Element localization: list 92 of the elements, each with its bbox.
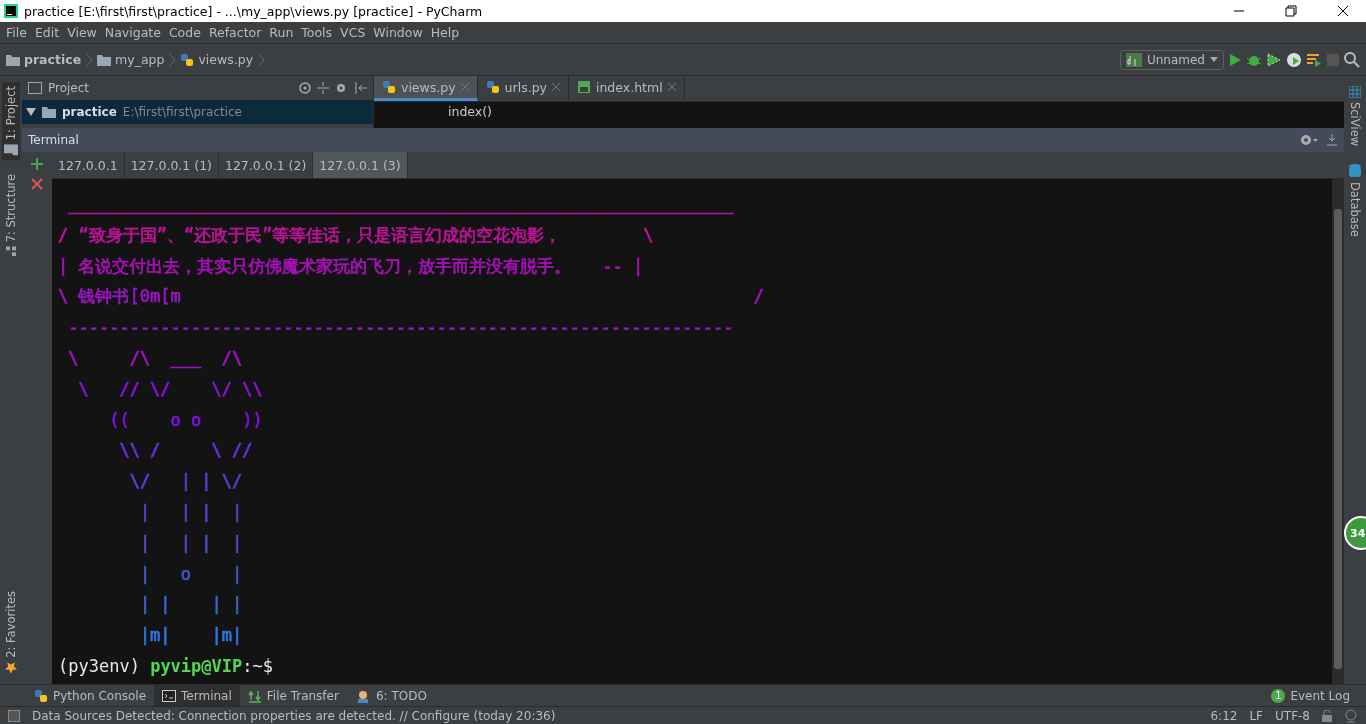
profile-icon[interactable] — [1286, 51, 1302, 68]
breadcrumb[interactable]: views.py — [198, 52, 254, 67]
package-icon — [97, 53, 112, 66]
status-message: Data Sources Detected: Connection properties are detected. // Configure (today 20:36) — [32, 708, 557, 723]
expand-arrow-icon — [26, 108, 36, 116]
terminal-line: | | | | — [138, 500, 243, 524]
chevron-icon — [168, 51, 177, 68]
notification-badge[interactable]: 34 — [1344, 516, 1366, 550]
chevron-icon — [257, 51, 266, 68]
window-title: practice [E:\first\first\practice] - ...\my_app\views.py [practice] - PyCharm — [24, 3, 484, 19]
database-icon — [1349, 164, 1361, 179]
terminal-line: \ 钱钟书[0m[m / — [58, 285, 765, 309]
terminal-line: |m| |m| — [138, 624, 243, 648]
folder-icon — [42, 106, 56, 118]
file-encoding[interactable]: UTF-8 — [1275, 708, 1310, 723]
tool-window-tab[interactable]: 2: Favorites — [2, 587, 20, 678]
breadcrumb[interactable]: my_app — [115, 52, 165, 67]
python-file-icon — [34, 688, 48, 703]
menu-item[interactable]: Refactor — [204, 25, 266, 40]
terminal-line: | o | — [138, 562, 243, 586]
lock-icon[interactable] — [1322, 709, 1332, 722]
tool-window-button[interactable]: 6: TODO — [346, 684, 435, 707]
terminal-line: / “致身于国”、“还政于民”等等佳话，只是语言幻成的空花泡影， \ — [58, 223, 654, 247]
terminal-line: | | | | — [138, 593, 243, 617]
tool-window-button[interactable]: Python Console — [26, 684, 155, 707]
shell-prompt: (py3env) pyvip@VIP:~$ — [58, 654, 274, 678]
editor-tab[interactable]: index.html — [568, 76, 685, 101]
terminal-line: \ // \/ \/ \\ — [77, 377, 263, 401]
menu-item[interactable]: VCS — [336, 25, 370, 40]
python-file-icon — [485, 80, 500, 94]
terminal-line: | 名说交付出去，其实只仿佛魔术家玩的飞刀，放手而并没有脱手。 -- | — [58, 254, 644, 278]
tool-window-tab[interactable]: Database — [1346, 160, 1364, 241]
collapse-icon[interactable] — [317, 82, 329, 94]
scrollbar-thumb[interactable] — [1334, 209, 1342, 669]
menu-item[interactable]: File — [2, 25, 31, 40]
chevron-icon — [85, 51, 94, 68]
tool-window-button[interactable]: Terminal — [154, 684, 240, 707]
add-icon[interactable] — [31, 158, 43, 170]
tool-window-tab[interactable]: 7: Structure — [2, 170, 20, 261]
tool-window-tab[interactable]: SciView — [1346, 82, 1364, 151]
folder-icon — [4, 144, 18, 157]
menu-item[interactable]: Code — [164, 25, 205, 40]
tool-window-button[interactable]: File Transfer — [239, 684, 347, 707]
editor-tab[interactable]: views.py — [374, 76, 478, 101]
app-logo-icon — [4, 4, 18, 18]
menu-item[interactable]: Run — [265, 25, 298, 40]
menu-item[interactable]: Window — [369, 25, 427, 40]
event-log-button[interactable]: 1 Event Log — [1271, 688, 1350, 703]
terminal-tab[interactable]: 127.0.0.1 (3) — [313, 152, 408, 178]
minimize-panel-icon[interactable] — [1326, 134, 1338, 146]
tool-window-tab[interactable]: 1: Project — [2, 82, 20, 161]
terminal-icon — [162, 689, 177, 702]
project-icon — [28, 82, 42, 94]
cursor-position[interactable]: 6:12 — [1210, 708, 1238, 723]
panel-title[interactable]: Project — [48, 81, 293, 95]
star-icon — [5, 662, 17, 674]
settings-icon[interactable] — [1300, 134, 1318, 146]
table-icon — [1349, 86, 1361, 98]
editor-tab[interactable]: urls.py — [477, 76, 569, 101]
menu-item[interactable]: View — [63, 25, 101, 40]
target-icon[interactable] — [299, 82, 311, 94]
menu-item[interactable]: Help — [426, 25, 464, 40]
terminal-line: _________________________________________________________________ — [67, 193, 734, 216]
terminal-line: ----------------------------------------------------------------- — [67, 316, 734, 340]
code-editor[interactable]: index() — [374, 102, 1344, 128]
terminal-line: \/ | | \/ — [128, 470, 243, 494]
coverage-icon[interactable] — [1266, 52, 1282, 67]
line-separator[interactable]: LF — [1249, 708, 1263, 723]
terminal-line: \ /\ ___ /\ — [67, 347, 243, 370]
transfer-icon — [247, 688, 262, 703]
python-file-icon — [180, 52, 195, 67]
terminal-line: (( o o )) — [108, 408, 263, 432]
menu-item[interactable]: Edit — [30, 25, 64, 40]
breadcrumb[interactable]: practice — [24, 52, 82, 67]
terminal-title: Terminal — [28, 133, 80, 147]
menu-item[interactable]: Navigate — [100, 25, 165, 40]
structure-icon — [6, 246, 16, 257]
code-line: index() — [448, 104, 493, 119]
python-file-icon — [382, 80, 396, 94]
run-icon[interactable] — [1228, 52, 1242, 67]
terminal-line: \\ / \ // — [118, 439, 253, 463]
menu-item[interactable]: Tools — [297, 25, 337, 40]
html-file-icon — [576, 80, 591, 94]
list-run-icon[interactable] — [1306, 52, 1322, 67]
terminal-line: | | | | — [138, 531, 243, 555]
search-icon[interactable] — [1344, 51, 1360, 68]
tree-row[interactable]: practice E:\first\first\practice — [22, 100, 373, 124]
status-toggle-icon[interactable] — [8, 709, 20, 722]
run-config-dropdown[interactable]: Unnamed — [1119, 49, 1224, 70]
hide-icon[interactable] — [355, 82, 367, 94]
caret-icon — [1210, 57, 1218, 62]
folder-icon — [6, 53, 20, 66]
